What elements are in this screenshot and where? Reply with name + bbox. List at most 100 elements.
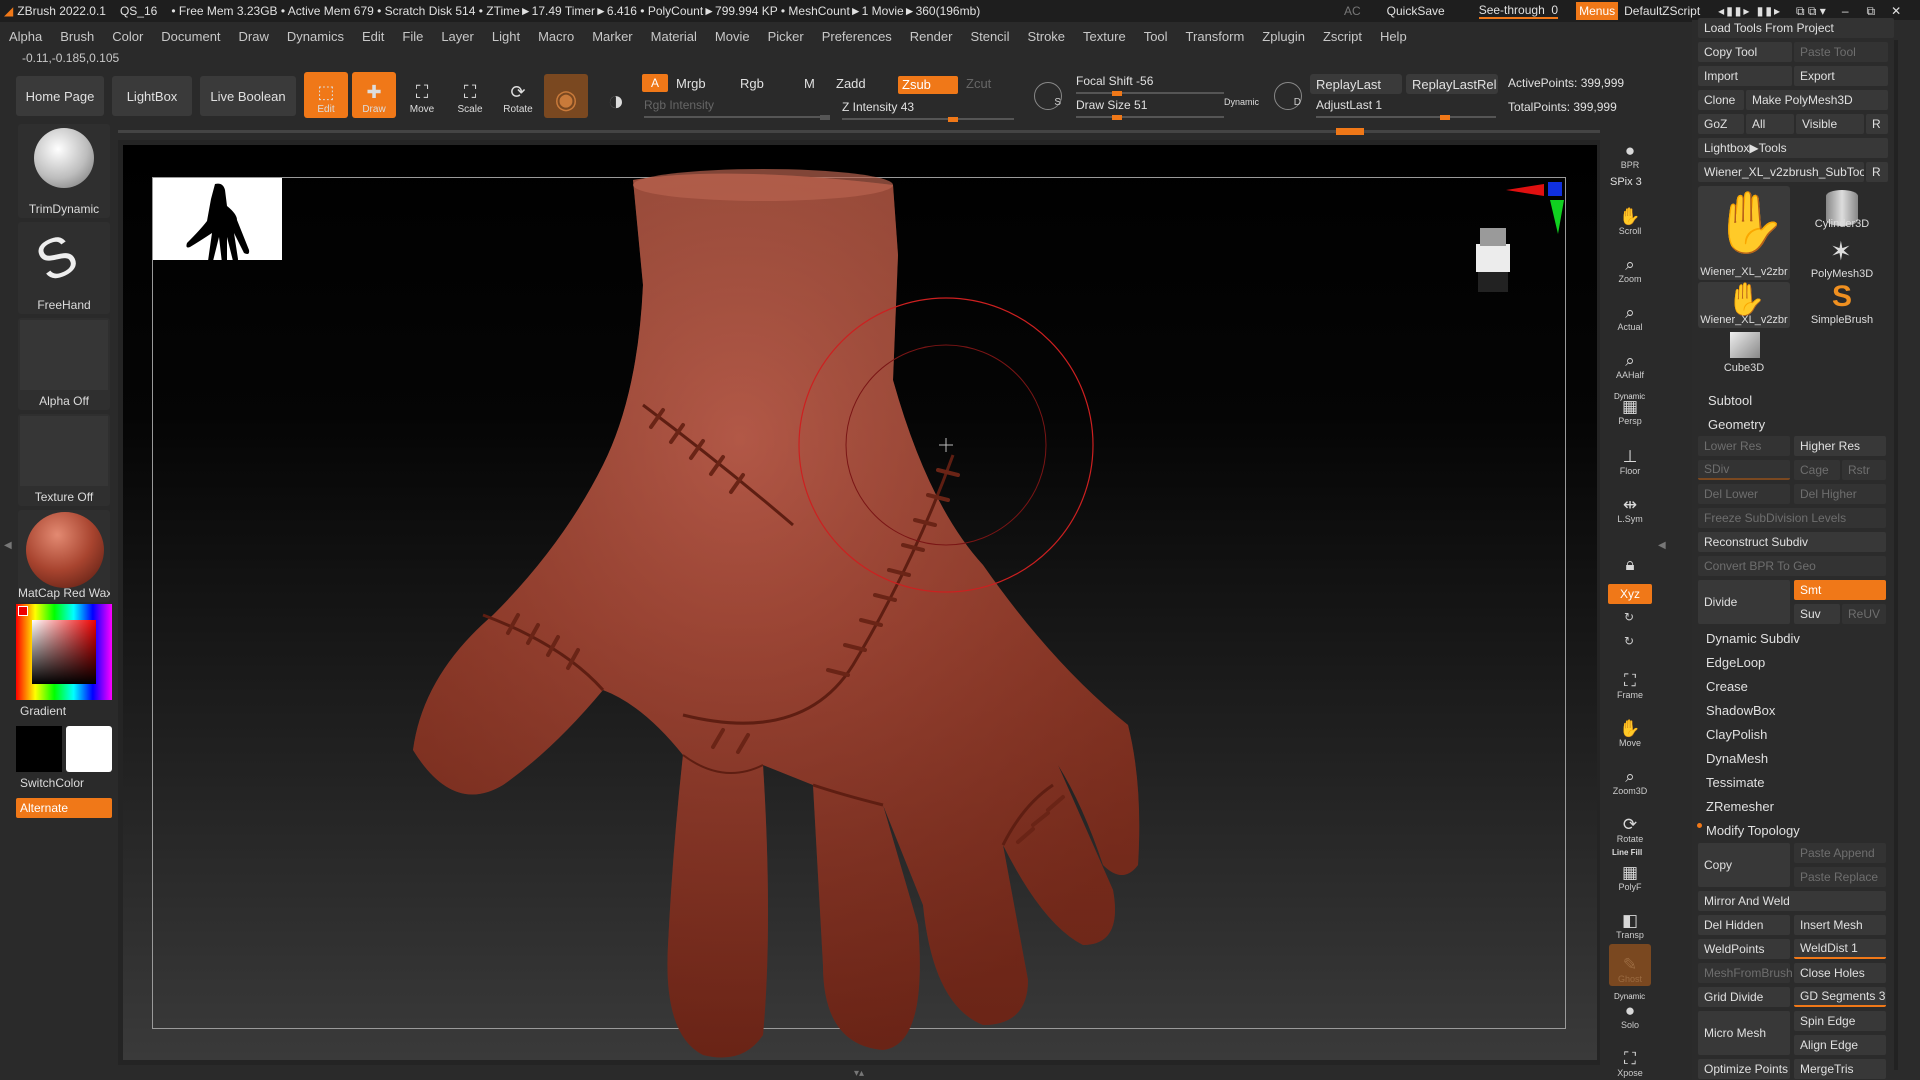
lightbox-button[interactable]: LightBox bbox=[112, 76, 192, 116]
tool-thumb-simplebrush[interactable]: S SimpleBrush bbox=[1796, 280, 1888, 328]
actual-button[interactable]: ⌕ Actual bbox=[1609, 292, 1651, 334]
material-swatch-button[interactable]: ◉ bbox=[544, 74, 588, 118]
grid-divide-button[interactable]: Grid Divide bbox=[1698, 987, 1790, 1007]
replay-last-button[interactable]: ReplayLast bbox=[1310, 74, 1402, 94]
persp-button[interactable]: ▦ Persp bbox=[1609, 386, 1651, 428]
xyz-rotate-button[interactable]: Xyz bbox=[1608, 584, 1652, 604]
restore-icon[interactable]: ⧉ bbox=[1867, 4, 1876, 19]
shadowbox-section[interactable]: ShadowBox bbox=[1700, 700, 1888, 720]
lock-button[interactable]: 🔒︎ bbox=[1609, 534, 1651, 576]
aahalf-button[interactable]: ⌕ AAHalf bbox=[1609, 340, 1651, 382]
dynamic-subdiv-section[interactable]: Dynamic Subdiv bbox=[1700, 628, 1888, 648]
dynamic-size-toggle[interactable]: Dynamic bbox=[1224, 97, 1259, 107]
menu-layer[interactable]: Layer bbox=[441, 29, 474, 44]
lazy-mouse-s-icon[interactable]: S bbox=[1034, 82, 1062, 110]
del-hidden-button[interactable]: Del Hidden bbox=[1698, 915, 1790, 935]
menu-preferences[interactable]: Preferences bbox=[822, 29, 892, 44]
adjust-last-slider[interactable]: AdjustLast 1 bbox=[1316, 98, 1496, 120]
menu-tool[interactable]: Tool bbox=[1144, 29, 1168, 44]
menu-file[interactable]: File bbox=[402, 29, 423, 44]
menu-movie[interactable]: Movie bbox=[715, 29, 750, 44]
paste-append-button[interactable]: Paste Append bbox=[1794, 843, 1886, 863]
optimize-points-button[interactable]: Optimize Points bbox=[1698, 1059, 1790, 1079]
export-button[interactable]: Export bbox=[1794, 66, 1888, 86]
suv-toggle[interactable]: Suv bbox=[1794, 604, 1840, 624]
seethrough-slider[interactable]: See-through 0 bbox=[1478, 3, 1559, 19]
smt-toggle[interactable]: Smt bbox=[1794, 580, 1886, 600]
menu-macro[interactable]: Macro bbox=[538, 29, 574, 44]
rgb-button[interactable]: Rgb bbox=[740, 76, 764, 91]
menu-zplugin[interactable]: Zplugin bbox=[1262, 29, 1305, 44]
home-page-button[interactable]: Home Page bbox=[16, 76, 104, 116]
zremesher-section[interactable]: ZRemesher bbox=[1700, 796, 1888, 816]
tool-thumb-wiener-1[interactable]: ✋ Wiener_XL_v2zbr bbox=[1698, 186, 1790, 280]
higher-res-button[interactable]: Higher Res bbox=[1794, 436, 1886, 456]
color-picker[interactable] bbox=[16, 604, 112, 700]
switch-color-button[interactable]: SwitchColor bbox=[20, 776, 84, 790]
reconstruct-subdiv-button[interactable]: Reconstruct Subdiv bbox=[1698, 532, 1886, 552]
secondary-color-swatch[interactable] bbox=[66, 726, 112, 772]
close-holes-button[interactable]: Close Holes bbox=[1794, 963, 1886, 983]
a-button[interactable]: A bbox=[642, 74, 668, 92]
draw-size-slider[interactable]: Draw Size 51 bbox=[1076, 98, 1224, 120]
zadd-button[interactable]: Zadd bbox=[836, 76, 866, 91]
solo-button[interactable]: ● Solo bbox=[1609, 990, 1651, 1032]
menu-alpha[interactable]: Alpha bbox=[9, 29, 42, 44]
frame-button[interactable]: ⛶ Frame bbox=[1609, 660, 1651, 702]
alpha-selector[interactable]: Alpha Off bbox=[18, 318, 110, 410]
tessimate-section[interactable]: Tessimate bbox=[1700, 772, 1888, 792]
xpose-button[interactable]: ⛶ Xpose bbox=[1609, 1038, 1651, 1080]
cage-button[interactable]: Cage bbox=[1794, 460, 1840, 480]
axis-gizmo-icon[interactable] bbox=[1506, 178, 1568, 243]
menus-toggle[interactable]: Menus bbox=[1576, 2, 1619, 20]
edgeloop-section[interactable]: EdgeLoop bbox=[1700, 652, 1888, 672]
sdiv-slider[interactable]: SDiv bbox=[1698, 460, 1790, 480]
focal-shift-slider[interactable]: Focal Shift -56 bbox=[1076, 74, 1224, 96]
hand-sculpt[interactable] bbox=[123, 145, 1597, 1060]
z-rotate-icon[interactable]: ↻ bbox=[1624, 634, 1634, 648]
tool-thumb-polymesh3d[interactable]: ✶ PolyMesh3D bbox=[1796, 236, 1888, 282]
tool-thumb-wiener-2[interactable]: ✋ Wiener_XL_v2zbr bbox=[1698, 281, 1790, 328]
move-view-button[interactable]: ✋ Move bbox=[1609, 708, 1651, 750]
floor-button[interactable]: ⊥ Floor bbox=[1609, 436, 1651, 478]
ghost-button[interactable]: ✎ Ghost bbox=[1609, 944, 1651, 986]
menu-zscript[interactable]: Zscript bbox=[1323, 29, 1362, 44]
lsym-button[interactable]: ⇹ L.Sym bbox=[1609, 484, 1651, 526]
weldpoints-button[interactable]: WeldPoints bbox=[1698, 939, 1790, 959]
gd-segments-slider[interactable]: GD Segments 3 bbox=[1794, 987, 1886, 1007]
polyf-button[interactable]: ▦ PolyF bbox=[1609, 852, 1651, 894]
goz-all-button[interactable]: All bbox=[1746, 114, 1794, 134]
divide-button[interactable]: Divide bbox=[1698, 580, 1790, 624]
texture-selector[interactable]: Texture Off bbox=[18, 414, 110, 506]
align-edge-button[interactable]: Align Edge bbox=[1794, 1035, 1886, 1055]
menu-picker[interactable]: Picker bbox=[768, 29, 804, 44]
layout-arrows-icon[interactable]: ◂▮▮▸ ▮▮▸ bbox=[1718, 4, 1782, 18]
menu-marker[interactable]: Marker bbox=[592, 29, 632, 44]
goz-visible-button[interactable]: Visible bbox=[1796, 114, 1864, 134]
paste-replace-button[interactable]: Paste Replace bbox=[1794, 867, 1886, 887]
menu-render[interactable]: Render bbox=[910, 29, 953, 44]
del-lower-button[interactable]: Del Lower bbox=[1698, 484, 1790, 504]
menu-document[interactable]: Document bbox=[161, 29, 220, 44]
insert-mesh-button[interactable]: Insert Mesh bbox=[1794, 915, 1886, 935]
lazy-mouse-d-icon[interactable]: D bbox=[1274, 82, 1302, 110]
paste-tool-button[interactable]: Paste Tool bbox=[1794, 42, 1888, 62]
menu-light[interactable]: Light bbox=[492, 29, 520, 44]
lower-res-button[interactable]: Lower Res bbox=[1698, 436, 1790, 456]
menu-color[interactable]: Color bbox=[112, 29, 143, 44]
micro-mesh-button[interactable]: Micro Mesh bbox=[1698, 1011, 1790, 1055]
timeline-track[interactable] bbox=[118, 130, 1600, 133]
claypolish-section[interactable]: ClayPolish bbox=[1700, 724, 1888, 744]
goz-button[interactable]: GoZ bbox=[1698, 114, 1744, 134]
copy-tool-button[interactable]: Copy Tool bbox=[1698, 42, 1792, 62]
ac-label[interactable]: AC bbox=[1344, 4, 1361, 18]
z-intensity-slider[interactable]: Z Intensity 43 bbox=[842, 100, 1014, 122]
zoom-button[interactable]: ⌕ Zoom bbox=[1609, 244, 1651, 286]
meshfrombrush-button[interactable]: MeshFromBrush bbox=[1698, 963, 1793, 983]
gyro-toggle[interactable]: ◑ bbox=[594, 74, 638, 120]
main-color-swatch[interactable] bbox=[16, 726, 62, 772]
spix-setting[interactable]: SPix 3 bbox=[1610, 176, 1642, 188]
material-selector[interactable]: MatCap Red Wax bbox=[18, 510, 110, 602]
subtool-section-header[interactable]: Subtool bbox=[1702, 390, 1888, 410]
color-picker-square[interactable] bbox=[32, 620, 96, 684]
